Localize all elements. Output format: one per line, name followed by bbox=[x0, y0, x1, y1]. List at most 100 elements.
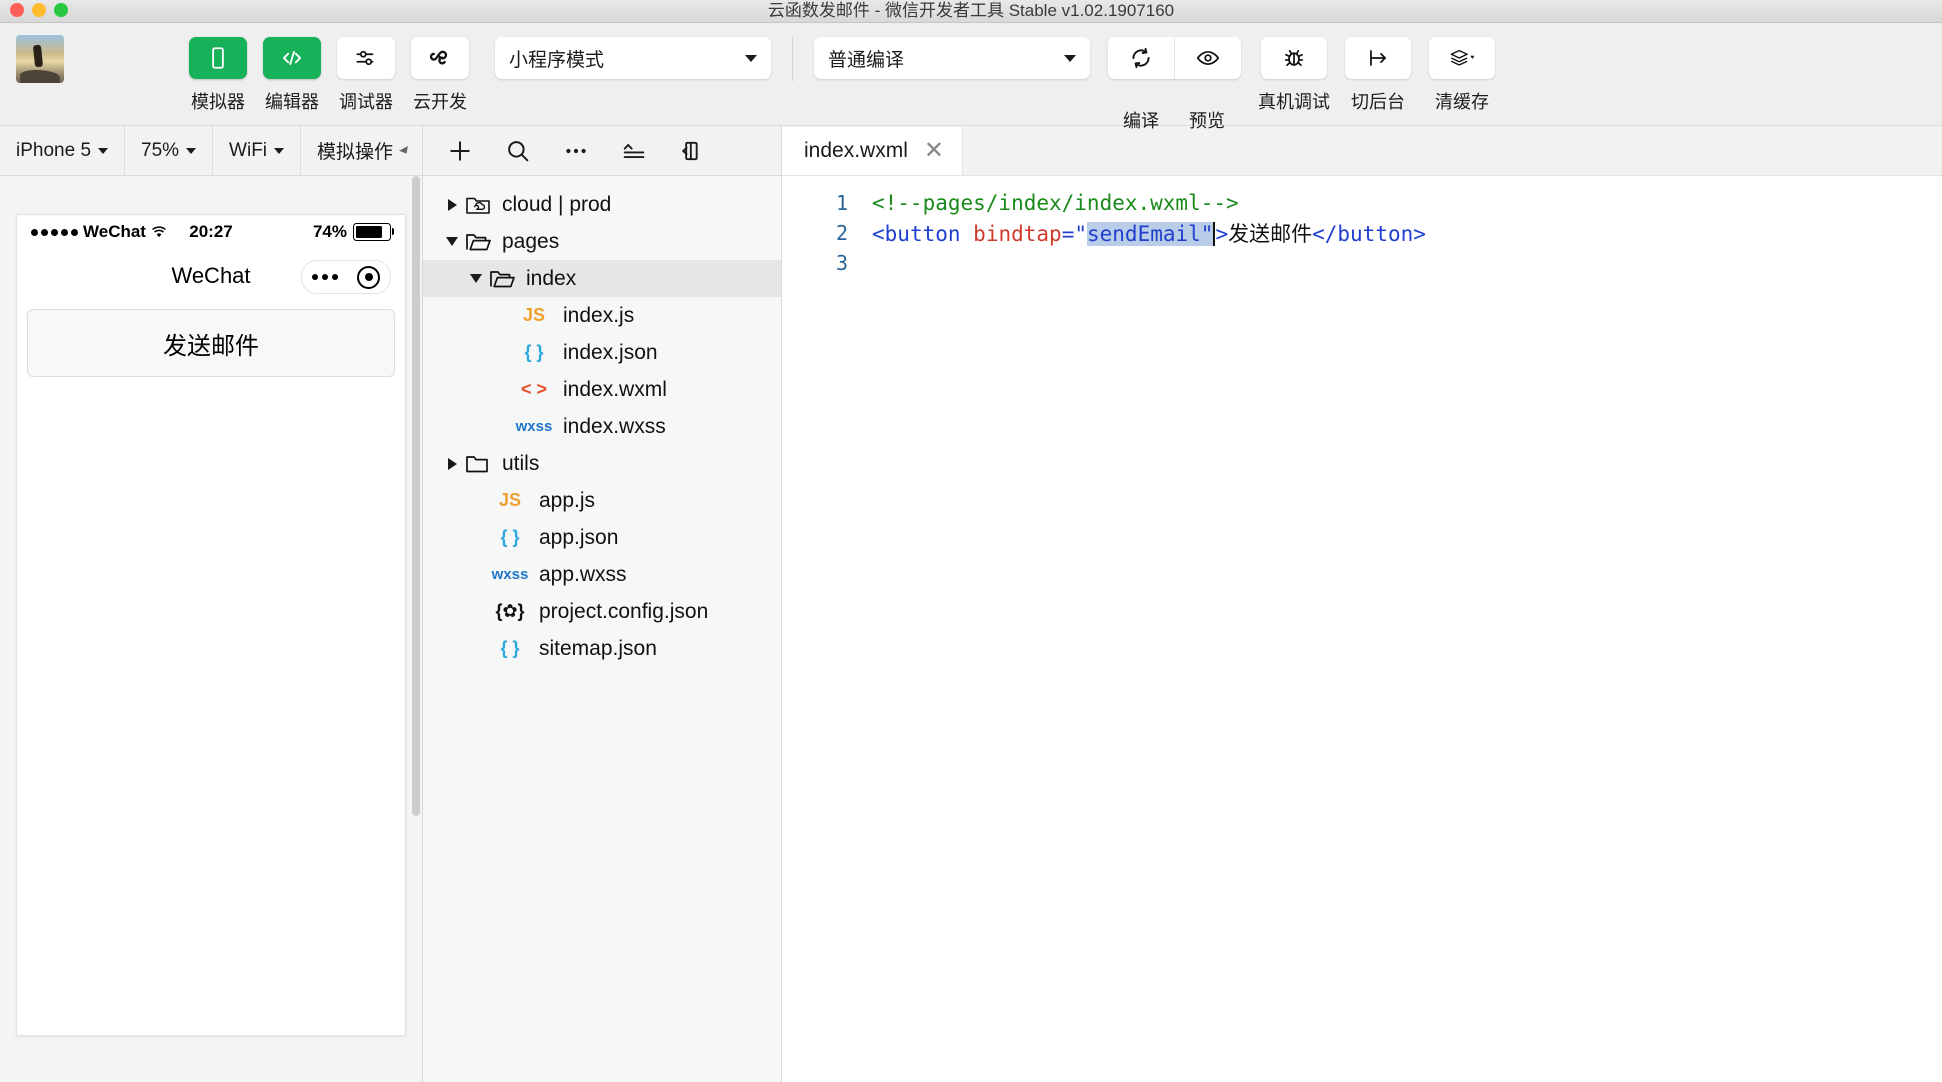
config-file-icon: {✿} bbox=[495, 601, 525, 621]
project-avatar bbox=[16, 35, 64, 83]
code-open-bracket: < bbox=[872, 222, 885, 246]
build-select[interactable]: 普通编译 bbox=[814, 37, 1090, 79]
toolbar-simulator-button[interactable]: 模拟器 bbox=[188, 23, 248, 114]
cloud-loop-icon bbox=[411, 37, 469, 79]
code-markup: <button bindtap="sendEmail">发送邮件</button… bbox=[872, 218, 1426, 248]
code-attr-name: bindtap bbox=[973, 222, 1062, 246]
toolbar-divider bbox=[792, 37, 793, 81]
chevron-right-icon[interactable] bbox=[441, 198, 463, 211]
file-tree-row[interactable]: wxss index.wxss bbox=[423, 408, 781, 445]
search-icon bbox=[508, 140, 529, 161]
collapse-list-icon bbox=[623, 143, 645, 158]
code-brackets-icon bbox=[263, 37, 321, 79]
zoom-select[interactable]: 75% bbox=[125, 126, 214, 175]
file-tree[interactable]: cloud | prod pages index JS index.js { } index… bbox=[423, 176, 781, 1082]
file-tree-row[interactable]: { } sitemap.json bbox=[423, 630, 781, 667]
cloud-folder-icon bbox=[466, 197, 490, 214]
file-tree-row[interactable]: cloud | prod bbox=[423, 186, 781, 223]
toolbar-cloud-label: 云开发 bbox=[413, 92, 467, 112]
more-options-button[interactable] bbox=[547, 127, 605, 175]
search-files-button[interactable] bbox=[489, 127, 547, 175]
battery-percent-label: 74% bbox=[312, 222, 347, 241]
folder-icon bbox=[463, 231, 493, 253]
file-tree-label: utils bbox=[502, 451, 540, 475]
device-select[interactable]: iPhone 5 bbox=[0, 126, 126, 175]
code-attr-value-selected[interactable]: sendEmail bbox=[1087, 222, 1201, 246]
sliders-icon bbox=[337, 37, 395, 79]
toolbar-background-label: 切后台 bbox=[1351, 92, 1405, 112]
send-email-button[interactable]: 发送邮件 bbox=[27, 309, 395, 377]
code-line: 1 <!--pages/index/index.wxml--> bbox=[782, 188, 1942, 218]
compile-label: 编译 bbox=[1123, 111, 1159, 131]
phone-nav-bar: WeChat bbox=[17, 249, 405, 303]
simulator-scrollbar[interactable] bbox=[412, 176, 420, 1082]
file-tree-row[interactable]: pages bbox=[423, 223, 781, 260]
toolbar-clearcache-button[interactable]: 清缓存 bbox=[1429, 23, 1495, 114]
toolbar-cloud-button[interactable]: 云开发 bbox=[410, 23, 470, 114]
file-tree-label: app.json bbox=[539, 525, 619, 549]
actions-select-value: 模拟操作 bbox=[317, 142, 394, 163]
code-tag-name: button bbox=[884, 222, 961, 246]
preview-label: 预览 bbox=[1189, 111, 1225, 131]
chevron-down-icon bbox=[399, 145, 411, 156]
code-closing-tag: </button> bbox=[1312, 222, 1426, 246]
toolbar-clearcache-label: 清缓存 bbox=[1435, 92, 1489, 112]
file-tree-row[interactable]: { } app.json bbox=[423, 519, 781, 556]
file-tree-label: index.wxml bbox=[563, 377, 667, 401]
chevron-down-icon[interactable] bbox=[441, 237, 463, 246]
code-area[interactable]: 1 <!--pages/index/index.wxml--> 2 <butto… bbox=[782, 176, 1942, 1082]
editor-tabstrip: index.wxml ✕ bbox=[782, 126, 1942, 176]
wechat-capsule[interactable] bbox=[301, 260, 391, 294]
code-close-bracket: > bbox=[1215, 222, 1229, 246]
chevron-right-icon[interactable] bbox=[441, 457, 463, 470]
toolbar-debugger-button[interactable]: 调试器 bbox=[336, 23, 396, 114]
more-dots-icon[interactable] bbox=[311, 274, 338, 280]
toolbar-background-button[interactable]: 切后台 bbox=[1345, 23, 1411, 114]
actions-select[interactable]: 模拟操作 bbox=[301, 126, 426, 175]
network-select[interactable]: WiFi bbox=[213, 126, 302, 175]
file-tree-row[interactable]: { } index.json bbox=[423, 334, 781, 371]
phone-status-bar: WeChat 20:27 74% bbox=[17, 215, 405, 249]
compile-button[interactable] bbox=[1108, 37, 1174, 79]
file-tree-row[interactable]: JS index.js bbox=[423, 297, 781, 334]
preview-button[interactable] bbox=[1174, 37, 1241, 79]
file-explorer-toolbar bbox=[423, 126, 781, 176]
mode-select[interactable]: 小程序模式 bbox=[495, 37, 771, 79]
json-file-icon: { } bbox=[500, 527, 520, 547]
file-tree-row[interactable]: index bbox=[423, 260, 781, 297]
editor-tab-index-wxml[interactable]: index.wxml ✕ bbox=[782, 127, 963, 175]
json-file-icon: { } bbox=[500, 638, 520, 658]
code-inner-text: 发送邮件 bbox=[1228, 222, 1313, 246]
editor-pane: index.wxml ✕ 1 <!--pages/index/index.wxm… bbox=[782, 126, 1942, 1082]
file-tree-row[interactable]: < > index.wxml bbox=[423, 371, 781, 408]
file-tree-row[interactable]: wxss app.wxss bbox=[423, 556, 781, 593]
toolbar-realdevice-button[interactable]: 真机调试 bbox=[1258, 23, 1330, 114]
close-target-icon[interactable] bbox=[357, 265, 381, 289]
signal-dots-icon bbox=[31, 228, 78, 236]
file-tree-label: app.js bbox=[539, 488, 596, 512]
file-tree-label: index.wxss bbox=[563, 414, 666, 438]
file-tree-row[interactable]: {✿} project.config.json bbox=[423, 593, 781, 630]
folder-icon bbox=[463, 194, 493, 216]
collapse-all-button[interactable] bbox=[605, 127, 663, 175]
code-line: 3 bbox=[782, 248, 1942, 278]
toolbar-editor-label: 编辑器 bbox=[265, 92, 319, 112]
battery-icon bbox=[353, 223, 394, 241]
toggle-sidebar-button[interactable] bbox=[663, 127, 721, 175]
file-tree-row[interactable]: JS app.js bbox=[423, 482, 781, 519]
panel-collapse-icon bbox=[682, 141, 698, 160]
layers-icon bbox=[1429, 37, 1495, 79]
compile-preview-group: 编译 预览 bbox=[1108, 23, 1241, 131]
main-toolbar: 模拟器 编辑器 调试器 云开发 小程序模式 普通编译 编译 预览 真机调试 切后… bbox=[0, 23, 1942, 131]
nav-title: WeChat bbox=[171, 263, 251, 288]
file-tree-row[interactable]: utils bbox=[423, 445, 781, 482]
chevron-down-icon[interactable] bbox=[465, 274, 487, 283]
toolbar-editor-button[interactable]: 编辑器 bbox=[262, 23, 322, 114]
window-title: 云函数发邮件 - 微信开发者工具 Stable v1.02.1907160 bbox=[767, 1, 1175, 20]
simulator-toolbar: iPhone 5 75% WiFi 模拟操作 bbox=[0, 126, 422, 176]
folder-icon bbox=[466, 455, 488, 472]
add-file-button[interactable] bbox=[431, 127, 489, 175]
close-icon[interactable]: ✕ bbox=[924, 139, 944, 163]
toolbar-debugger-label: 调试器 bbox=[339, 92, 393, 112]
code-comment: <!--pages/index/index.wxml--> bbox=[872, 191, 1239, 215]
